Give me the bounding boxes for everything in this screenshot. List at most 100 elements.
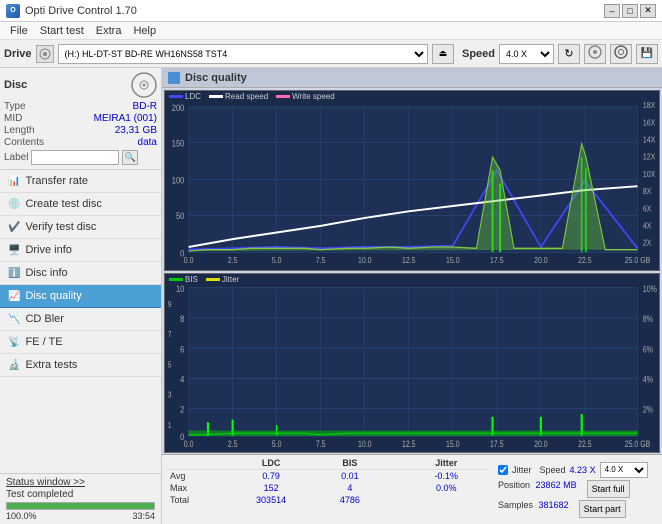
progress-bar-fill bbox=[7, 503, 154, 509]
svg-text:16X: 16X bbox=[643, 118, 656, 128]
ldc-legend-label: LDC bbox=[185, 92, 201, 101]
panel-icon bbox=[168, 72, 180, 84]
sidebar-item-create-test-disc[interactable]: 💿 Create test disc bbox=[0, 193, 161, 216]
svg-text:17.5: 17.5 bbox=[490, 255, 504, 265]
start-part-button[interactable]: Start part bbox=[579, 500, 626, 518]
type-value: BD-R bbox=[133, 101, 157, 112]
sidebar-item-cd-bler[interactable]: 📉 CD Bler bbox=[0, 308, 161, 331]
title-bar: O Opti Drive Control 1.70 – □ ✕ bbox=[0, 0, 662, 22]
disc-button1[interactable] bbox=[584, 44, 606, 64]
menu-file[interactable]: File bbox=[4, 24, 34, 38]
save-button[interactable]: 💾 bbox=[636, 44, 658, 64]
cd-bler-icon: 📉 bbox=[8, 314, 20, 325]
jitter-label: Jitter bbox=[512, 465, 532, 475]
menu-extra[interactable]: Extra bbox=[90, 24, 128, 38]
status-text: Test completed bbox=[6, 489, 155, 500]
svg-text:8%: 8% bbox=[643, 314, 653, 324]
svg-text:15.0: 15.0 bbox=[446, 439, 460, 449]
speed-select[interactable]: 4.0 X bbox=[499, 44, 554, 64]
svg-text:9: 9 bbox=[168, 299, 172, 309]
samples-value: 381682 bbox=[539, 500, 569, 510]
stats-row-total: Total 303514 4786 bbox=[166, 494, 490, 506]
svg-text:25.0 GB: 25.0 GB bbox=[625, 439, 651, 449]
svg-text:4%: 4% bbox=[643, 374, 653, 384]
svg-text:2.5: 2.5 bbox=[228, 439, 238, 449]
svg-text:4X: 4X bbox=[643, 221, 652, 231]
drive-select[interactable]: (H:) HL-DT-ST BD-RE WH16NS58 TST4 bbox=[58, 44, 428, 64]
maximize-button[interactable]: □ bbox=[622, 4, 638, 18]
contents-value: data bbox=[138, 137, 157, 148]
mid-value: MEIRA1 (001) bbox=[94, 113, 157, 124]
disc-info-panel: Disc Type BD-R MID MEIRA1 (001) bbox=[0, 68, 161, 170]
max-ldc: 152 bbox=[227, 482, 315, 494]
disc-info-icon: ℹ️ bbox=[8, 268, 20, 279]
svg-text:7.5: 7.5 bbox=[316, 439, 326, 449]
sidebar-item-drive-info[interactable]: 🖥️ Drive info bbox=[0, 239, 161, 262]
sidebar-item-verify-test-disc[interactable]: ✔️ Verify test disc bbox=[0, 216, 161, 239]
menu-start-test[interactable]: Start test bbox=[34, 24, 90, 38]
label-search-button[interactable]: 🔍 bbox=[122, 150, 138, 165]
svg-text:22.5: 22.5 bbox=[578, 255, 592, 265]
sidebar-item-fe-te[interactable]: 📡 FE / TE bbox=[0, 331, 161, 354]
svg-text:22.5: 22.5 bbox=[578, 439, 592, 449]
svg-text:1: 1 bbox=[168, 419, 172, 429]
svg-text:0.0: 0.0 bbox=[184, 439, 194, 449]
panel-title: Disc quality bbox=[185, 72, 247, 84]
chart-bis-svg: 10 8 6 4 2 0 9 7 5 3 1 10% 8% bbox=[165, 274, 659, 453]
avg-jitter: -0.1% bbox=[402, 470, 490, 483]
svg-text:5.0: 5.0 bbox=[272, 255, 282, 265]
app-icon: O bbox=[6, 4, 20, 18]
svg-text:7.5: 7.5 bbox=[316, 255, 326, 265]
svg-text:10.0: 10.0 bbox=[358, 439, 372, 449]
speed-stat-dropdown[interactable]: 4.0 X bbox=[600, 462, 648, 478]
stats-row-max: Max 152 4 0.0% bbox=[166, 482, 490, 494]
sidebar-item-transfer-rate[interactable]: 📊 Transfer rate bbox=[0, 170, 161, 193]
svg-text:6X: 6X bbox=[643, 204, 652, 214]
drive-icon bbox=[36, 45, 54, 63]
total-ldc: 303514 bbox=[227, 494, 315, 506]
svg-text:17.5: 17.5 bbox=[490, 439, 504, 449]
sidebar-item-disc-info[interactable]: ℹ️ Disc info bbox=[0, 262, 161, 285]
jitter-checkbox[interactable] bbox=[498, 465, 508, 475]
svg-text:0.0: 0.0 bbox=[184, 255, 194, 265]
total-label: Total bbox=[166, 494, 227, 506]
svg-text:12X: 12X bbox=[643, 152, 656, 162]
label-input[interactable] bbox=[31, 150, 119, 165]
close-button[interactable]: ✕ bbox=[640, 4, 656, 18]
svg-text:2: 2 bbox=[180, 403, 184, 414]
length-label: Length bbox=[4, 125, 35, 136]
max-bis: 4 bbox=[315, 482, 385, 494]
panel-title-bar: Disc quality bbox=[162, 68, 662, 88]
sidebar-item-extra-tests[interactable]: 🔬 Extra tests bbox=[0, 354, 161, 377]
svg-text:25.0 GB: 25.0 GB bbox=[625, 255, 651, 265]
extra-tests-icon: 🔬 bbox=[8, 360, 20, 371]
col-header-bis: BIS bbox=[315, 457, 385, 470]
svg-text:2X: 2X bbox=[643, 238, 652, 248]
minimize-button[interactable]: – bbox=[604, 4, 620, 18]
avg-bis: 0.01 bbox=[315, 470, 385, 483]
jitter-legend-label: Jitter bbox=[222, 275, 239, 284]
drive-toolbar: Drive (H:) HL-DT-ST BD-RE WH16NS58 TST4 … bbox=[0, 40, 662, 68]
svg-text:14X: 14X bbox=[643, 135, 656, 145]
content-area: Disc quality LDC Read speed Wr bbox=[162, 68, 662, 524]
avg-ldc: 0.79 bbox=[227, 470, 315, 483]
menu-help[interactable]: Help bbox=[127, 24, 162, 38]
svg-text:8: 8 bbox=[180, 313, 184, 324]
disc-button2[interactable] bbox=[610, 44, 632, 64]
title-bar-controls: – □ ✕ bbox=[604, 4, 656, 18]
status-window-button[interactable]: Status window >> bbox=[6, 477, 155, 488]
eject-button[interactable]: ⏏ bbox=[432, 44, 454, 64]
col-header-jitter: Jitter bbox=[402, 457, 490, 470]
refresh-button[interactable]: ↻ bbox=[558, 44, 580, 64]
fe-te-icon: 📡 bbox=[8, 337, 20, 348]
position-value: 23862 MB bbox=[536, 480, 577, 490]
disc-section-title: Disc bbox=[4, 79, 27, 91]
transfer-rate-icon: 📊 bbox=[8, 176, 20, 187]
sidebar-item-disc-quality[interactable]: 📈 Disc quality bbox=[0, 285, 161, 308]
length-value: 23,31 GB bbox=[115, 125, 157, 136]
menu-bar: File Start test Extra Help bbox=[0, 22, 662, 40]
svg-text:20.0: 20.0 bbox=[534, 439, 548, 449]
svg-text:18X: 18X bbox=[643, 101, 656, 111]
start-full-button[interactable]: Start full bbox=[587, 480, 630, 498]
svg-text:10%: 10% bbox=[643, 284, 657, 294]
